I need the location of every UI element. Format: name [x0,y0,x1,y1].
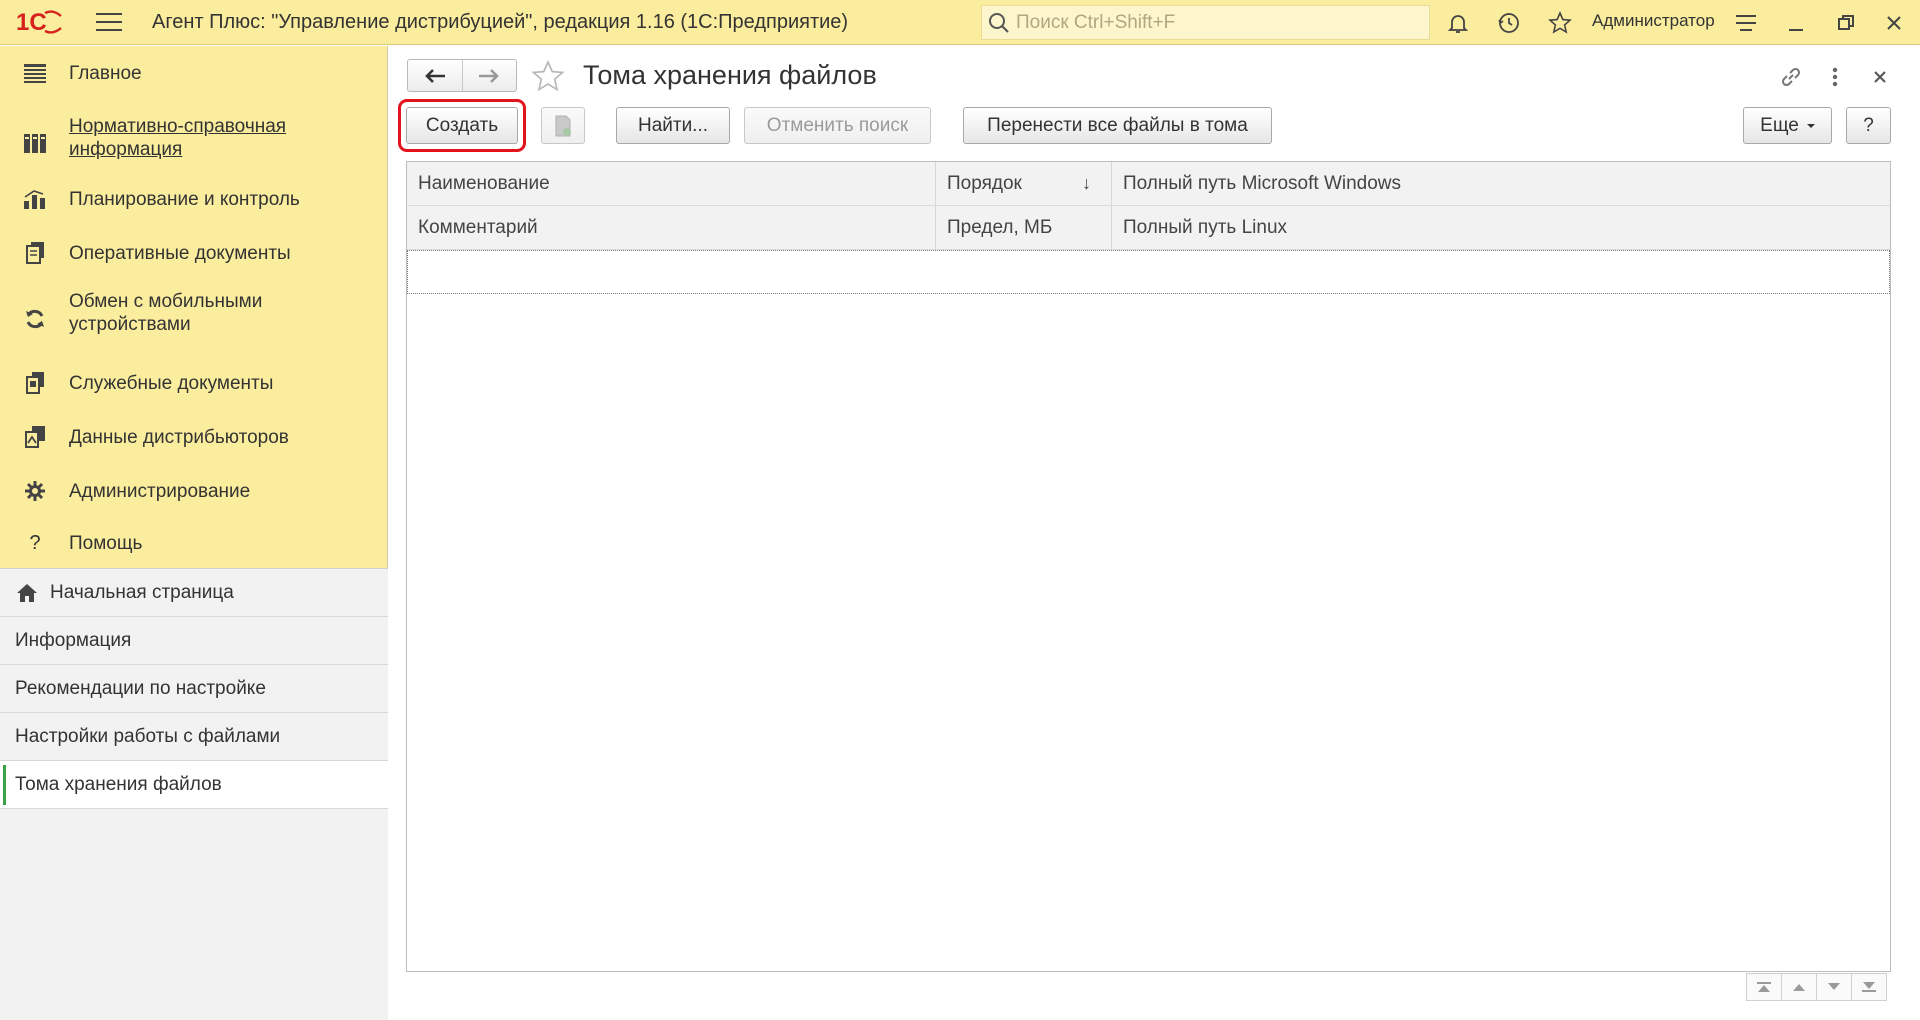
home-icon [17,583,37,602]
history-nav [407,59,517,92]
sidebar: Главное Нормативно-справочная информация… [0,46,388,1020]
nav-mobile-exchange-label: Обмен с мобильными устройствами [69,291,263,335]
cancel-search-button[interactable]: Отменить поиск [744,107,931,144]
svg-text:1С: 1С [16,9,47,35]
open-window-file-settings[interactable]: Настройки работы с файлами [0,713,388,761]
col-linux-path[interactable]: Полный путь Linux [1112,206,1890,250]
service-docs-icon [22,370,48,396]
more-vertical-icon[interactable] [1820,62,1850,92]
nav-planning[interactable]: Планирование и контроль [0,172,388,226]
scroll-top-icon[interactable] [1746,973,1782,1001]
menu-icon[interactable] [96,11,122,33]
nav-reference-info[interactable]: Нормативно-справочная информация [0,110,388,170]
move-all-files-button[interactable]: Перенести все файлы в тома [963,107,1272,144]
gear-icon [22,478,48,504]
more-button-label: Еще [1760,114,1799,136]
open-window-file-volumes-label: Тома хранения файлов [15,773,222,795]
create-button[interactable]: Создать [406,107,518,144]
search-box[interactable] [981,5,1430,40]
close-window-icon[interactable] [1879,8,1909,38]
bell-icon[interactable] [1443,8,1473,38]
nav-main-label: Главное [69,63,142,84]
col-order[interactable]: Порядок ↓ [936,162,1112,206]
col-order-label: Порядок [947,172,1022,194]
volumes-table[interactable]: Наименование Порядок ↓ Полный путь Micro… [406,161,1891,972]
open-window-recommendations-label: Рекомендации по настройке [15,677,266,699]
open-window-info-label: Информация [15,629,132,651]
table-header: Наименование Порядок ↓ Полный путь Micro… [407,162,1890,250]
open-windows-panel: Начальная страница Информация Рекомендац… [0,568,388,1020]
nav-planning-label: Планирование и контроль [69,189,300,210]
title-bar: 1С Агент Плюс: "Управление дистрибуцией"… [0,0,1920,45]
sync-icon [22,306,48,332]
minimize-icon[interactable] [1781,8,1811,38]
col-windows-path[interactable]: Полный путь Microsoft Windows [1112,162,1890,206]
open-window-recommendations[interactable]: Рекомендации по настройке [0,665,388,713]
col-limit-mb[interactable]: Предел, МБ [936,206,1112,250]
nav-operational-docs[interactable]: Оперативные документы [0,226,388,280]
table-scroll-buttons [1746,973,1887,1001]
copy-button[interactable] [541,107,585,144]
nav-operational-docs-label: Оперативные документы [69,243,291,264]
nav-reference-info-label[interactable]: Нормативно-справочная информация [69,115,369,161]
copy-document-icon [555,115,571,136]
open-window-home-label: Начальная страница [50,581,234,603]
help-icon: ? [29,531,41,554]
link-icon[interactable] [1776,62,1806,92]
find-button[interactable]: Найти... [616,107,730,144]
books-icon [22,130,48,156]
nav-help[interactable]: ? Помощь [0,518,388,568]
col-comment[interactable]: Комментарий [407,206,936,250]
nav-main[interactable]: Главное [0,46,388,100]
col-name[interactable]: Наименование [407,162,936,206]
help-button[interactable]: ? [1846,107,1891,144]
form-area: Тома хранения файлов Создать Найти... От… [389,46,1920,1020]
open-window-home[interactable]: Начальная страница [0,569,388,617]
open-window-file-volumes[interactable]: Тома хранения файлов [0,761,388,809]
user-name[interactable]: Администратор [1592,11,1715,31]
forward-arrow-icon[interactable] [463,60,517,91]
settings-lines-icon[interactable] [1731,8,1761,38]
restore-icon[interactable] [1831,8,1861,38]
back-arrow-icon[interactable] [408,60,463,91]
nav-service-docs-label: Служебные документы [69,373,274,394]
search-input[interactable] [1016,11,1396,34]
nav-help-label: Помощь [69,533,143,554]
nav-distributor-data[interactable]: Данные дистрибьюторов [0,410,388,464]
app-title: Агент Плюс: "Управление дистрибуцией", р… [152,10,849,33]
scroll-up-icon[interactable] [1781,973,1817,1001]
search-icon [989,12,1009,33]
distributor-data-icon [22,424,48,450]
scroll-down-icon[interactable] [1816,973,1852,1001]
open-window-file-settings-label: Настройки работы с файлами [15,725,281,747]
empty-row-focus[interactable] [407,250,1890,294]
nav-administration-label: Администрирование [69,481,251,502]
close-form-icon[interactable] [1865,62,1895,92]
nav-administration[interactable]: Администрирование [0,464,388,518]
1c-logo: 1С [16,7,64,37]
scroll-bottom-icon[interactable] [1851,973,1887,1001]
nav-distributor-data-label: Данные дистрибьюторов [69,427,289,448]
menu-lines-icon [22,60,48,86]
bar-chart-icon [22,186,48,212]
more-button[interactable]: Еще [1743,107,1832,144]
form-title: Тома хранения файлов [583,60,877,90]
nav-service-docs[interactable]: Служебные документы [0,356,388,410]
dropdown-arrow-icon [1806,123,1815,128]
documents-icon [22,240,48,266]
add-to-favorites-star-icon[interactable] [531,59,565,93]
nav-mobile-exchange[interactable]: Обмен с мобильными устройствами [0,284,388,344]
favorites-star-icon[interactable] [1545,8,1575,38]
open-window-info[interactable]: Информация [0,617,388,665]
history-icon[interactable] [1494,8,1524,38]
sort-down-icon: ↓ [1082,173,1091,193]
